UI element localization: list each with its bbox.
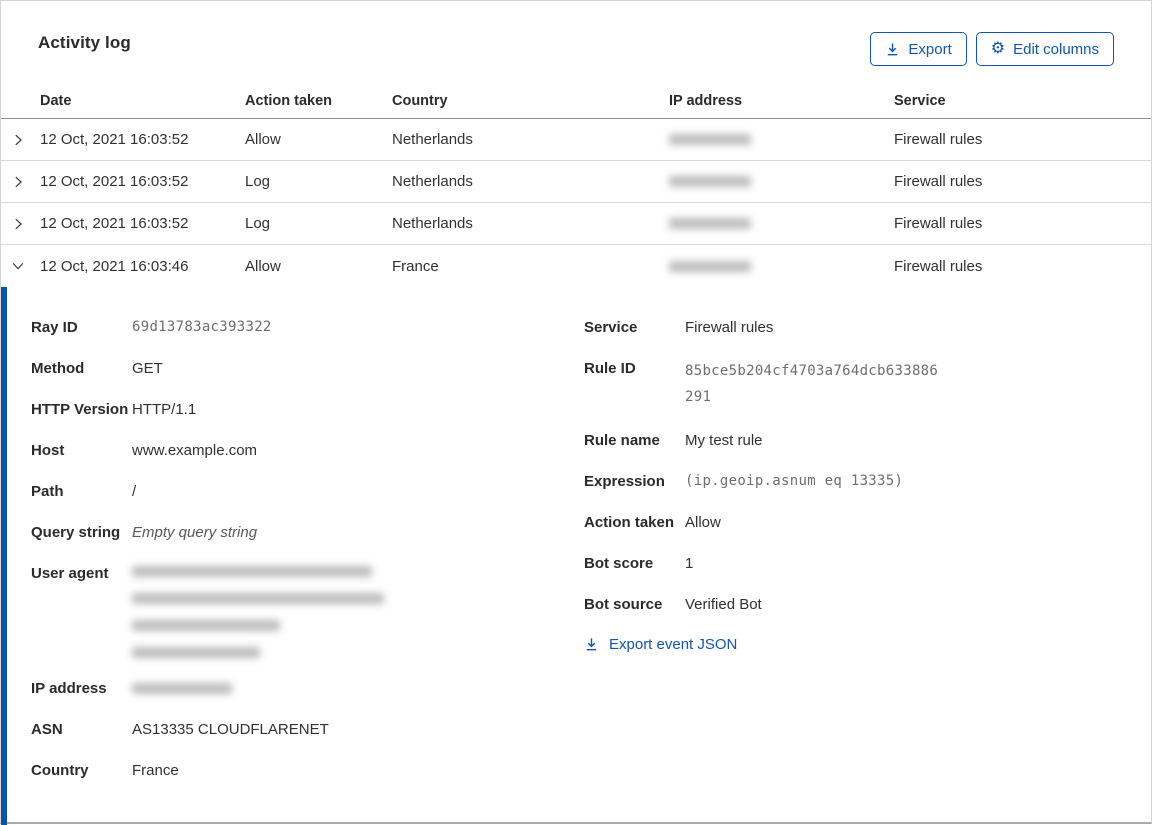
cell-service: Firewall rules [894,257,983,275]
gear-icon: ⚙ [990,40,1006,57]
header-actions: Export ⚙ Edit columns [870,32,1114,66]
cell-date: 12 Oct, 2021 16:03:52 [40,215,189,232]
detail-left-column: Ray ID 69d13783ac393322 Method GET HTTP … [31,317,584,801]
column-header-service: Service [894,93,946,109]
chevron-right-icon[interactable] [1,217,40,231]
table-header-row: Date Action taken Country IP address Ser… [1,84,1151,119]
cell-date: 12 Oct, 2021 16:03:46 [40,257,189,275]
cell-action-taken: Log [245,215,271,232]
field-expression: Expression (ip.geoip.asnum eq 13335) [584,473,904,490]
cell-ip-redacted [669,176,894,187]
chevron-right-icon[interactable] [1,133,40,147]
table-row-expanded[interactable]: 12 Oct, 2021 16:03:46 Allow France Firew… [1,245,1151,287]
column-header-action-taken: Action taken [245,93,333,109]
table-row[interactable]: 12 Oct, 2021 16:03:52 Allow Netherlands … [1,119,1151,161]
ip-address-redacted [132,678,584,694]
cell-action-taken: Log [245,173,271,190]
table-row[interactable]: 12 Oct, 2021 16:03:52 Log Netherlands Fi… [1,161,1151,203]
download-icon [885,42,900,57]
cell-action-taken: Allow [245,131,281,148]
field-country: Country France [31,762,179,779]
cell-service: Firewall rules [894,173,983,190]
field-http-version: HTTP Version HTTP/1.1 [31,401,197,418]
cell-country: France [392,257,439,275]
cell-ip-redacted [669,260,894,272]
card-header: Activity log Export ⚙ Edit columns [1,1,1151,84]
export-button[interactable]: Export [870,32,967,66]
field-ray-id: Ray ID 69d13783ac393322 [31,319,272,336]
table-row[interactable]: 12 Oct, 2021 16:03:52 Log Netherlands Fi… [1,203,1151,245]
column-header-country: Country [392,93,448,109]
field-user-agent: User agent [31,563,584,658]
export-event-json-link[interactable]: Export event JSON [584,636,737,653]
edit-columns-button[interactable]: ⚙ Edit columns [975,32,1114,66]
event-detail-panel: Ray ID 69d13783ac393322 Method GET HTTP … [1,287,1151,825]
field-asn: ASN AS13335 CLOUDFLARENET [31,721,329,738]
cell-date: 12 Oct, 2021 16:03:52 [40,131,189,148]
cell-ip-redacted [669,134,894,145]
column-header-date: Date [40,93,72,109]
field-bot-score: Bot score 1 [584,555,694,572]
cell-country: Netherlands [392,131,473,148]
export-event-json-label: Export event JSON [609,636,738,653]
field-rule-id: Rule ID 85bce5b204cf4703a764dcb633886291 [584,360,939,405]
field-service: Service Firewall rules [584,319,774,336]
cell-date: 12 Oct, 2021 16:03:52 [40,173,189,190]
detail-right-column: Service Firewall rules Rule ID 85bce5b20… [584,317,1114,801]
field-method: Method GET [31,360,163,377]
download-icon [584,637,599,652]
field-action-taken: Action taken Allow [584,514,721,531]
field-ip-address: IP address [31,678,584,699]
cell-service: Firewall rules [894,131,983,148]
field-path: Path / [31,483,137,500]
cell-action-taken: Allow [245,257,281,275]
field-host: Host www.example.com [31,442,258,459]
activity-log-card: Activity log Export ⚙ Edit columns Date … [0,0,1152,825]
cell-service: Firewall rules [894,215,983,232]
edit-columns-button-label: Edit columns [1013,40,1099,58]
chevron-down-icon[interactable] [1,259,40,273]
export-button-label: Export [908,40,952,58]
field-bot-source: Bot source Verified Bot [584,596,762,613]
cell-country: Netherlands [392,173,473,190]
field-query-string: Query string Empty query string [31,524,258,541]
user-agent-redacted [132,563,584,658]
cell-ip-redacted [669,218,894,229]
column-header-ip-address: IP address [669,93,743,109]
cell-country: Netherlands [392,215,473,232]
field-rule-name: Rule name My test rule [584,432,763,449]
chevron-right-icon[interactable] [1,175,40,189]
